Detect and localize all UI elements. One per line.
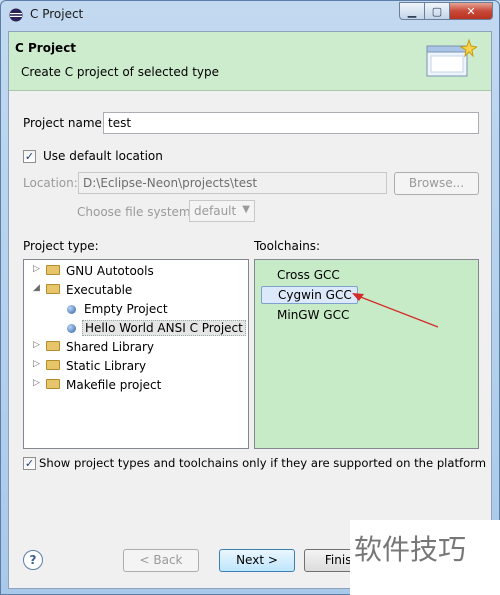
tree-item-static-library[interactable]: ▷ Static Library — [24, 357, 248, 376]
help-icon[interactable]: ? — [23, 550, 43, 570]
file-system-value: default — [194, 204, 237, 218]
folder-icon — [46, 379, 60, 389]
file-system-select[interactable]: default ▼ — [189, 200, 255, 222]
tree-item-label: Empty Project — [84, 302, 168, 316]
toolchain-cygwin-gcc[interactable]: Cygwin GCC — [261, 286, 358, 304]
toolchains-list[interactable]: Cross GCC Cygwin GCC MinGW GCC — [254, 259, 479, 449]
title-bar[interactable]: C Project ▁ ▢ ✕ — [1, 1, 499, 29]
project-dot-icon — [67, 305, 76, 314]
show-supported-only-checkbox[interactable]: ✓ — [23, 457, 36, 470]
folder-icon — [46, 265, 60, 275]
tree-item-label: Executable — [66, 283, 133, 297]
chevron-down-icon: ▼ — [242, 204, 250, 215]
toolchain-mingw-gcc[interactable]: MinGW GCC — [277, 308, 349, 322]
dialog-client-area: C Project Create C project of selected t… — [8, 31, 492, 589]
banner-title: C Project — [15, 41, 77, 55]
project-name-input[interactable]: test — [103, 112, 479, 134]
folder-open-icon — [46, 284, 60, 294]
back-button[interactable]: < Back — [123, 549, 199, 572]
folder-icon — [46, 341, 60, 351]
tree-item-makefile-project[interactable]: ▷ Makefile project — [24, 376, 248, 395]
project-name-label: Project name: — [23, 116, 106, 130]
tree-item-label: GNU Autotools — [66, 264, 154, 278]
expand-arrow-icon[interactable]: ▷ — [33, 340, 40, 350]
new-project-wizard-icon — [426, 38, 477, 77]
toolchains-label: Toolchains: — [254, 239, 321, 253]
expand-arrow-icon[interactable]: ▷ — [33, 264, 40, 274]
tree-item-executable[interactable]: ◢ Executable — [24, 281, 248, 300]
use-default-location-label: Use default location — [43, 149, 163, 163]
collapse-arrow-icon[interactable]: ◢ — [33, 283, 40, 293]
expand-arrow-icon[interactable]: ▷ — [33, 378, 40, 388]
show-supported-only-label: Show project types and toolchains only i… — [39, 456, 487, 470]
banner-description: Create C project of selected type — [21, 65, 219, 79]
tree-item-label: Static Library — [66, 359, 147, 373]
tree-item-label: Makefile project — [66, 378, 162, 392]
use-default-location-checkbox[interactable]: ✓ — [23, 150, 36, 163]
tree-item-hello-world-ansi-c[interactable]: Hello World ANSI C Project — [24, 319, 248, 338]
tree-item-empty-project[interactable]: Empty Project — [24, 300, 248, 319]
toolchain-cross-gcc[interactable]: Cross GCC — [277, 268, 340, 282]
next-button[interactable]: Next > — [219, 549, 295, 572]
browse-button[interactable]: Browse... — [394, 172, 479, 195]
window-title: C Project — [30, 7, 84, 21]
dialog-window: C Project ▁ ▢ ✕ C Project Create C proje… — [0, 0, 500, 595]
folder-icon — [46, 360, 60, 370]
location-label: Location: — [23, 176, 78, 190]
eclipse-app-icon — [9, 8, 23, 22]
maximize-button[interactable]: ▢ — [425, 2, 450, 20]
close-button[interactable]: ✕ — [450, 2, 493, 20]
window-controls: ▁ ▢ ✕ — [399, 2, 493, 20]
tree-item-shared-library[interactable]: ▷ Shared Library — [24, 338, 248, 357]
project-type-label: Project type: — [23, 239, 99, 253]
file-system-label: Choose file system: — [77, 205, 195, 219]
project-type-tree[interactable]: ▷ GNU Autotools ◢ Executable Empty Proje… — [23, 259, 249, 449]
location-input[interactable]: D:\Eclipse-Neon\projects\test — [78, 172, 387, 194]
minimize-button[interactable]: ▁ — [399, 2, 425, 20]
expand-arrow-icon[interactable]: ▷ — [33, 359, 40, 369]
wizard-banner: C Project Create C project of selected t… — [9, 32, 491, 91]
watermark-overlay: 软件技巧 — [350, 520, 500, 595]
tree-item-gnu-autotools[interactable]: ▷ GNU Autotools — [24, 262, 248, 281]
project-dot-icon — [67, 324, 76, 333]
tree-item-label: Hello World ANSI C Project — [82, 320, 246, 336]
tree-item-label: Shared Library — [66, 340, 155, 354]
